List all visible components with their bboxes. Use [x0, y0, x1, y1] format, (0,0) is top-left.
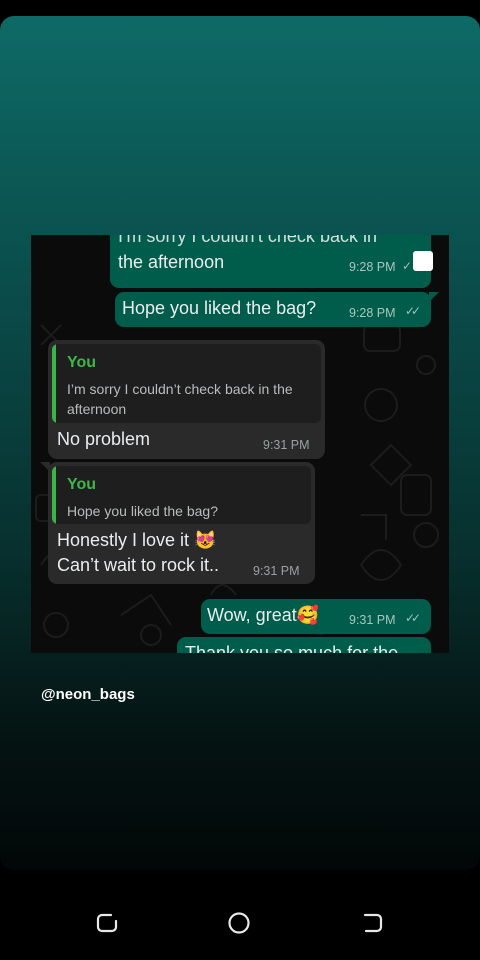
- double-check-icon: ✓✓: [405, 304, 421, 318]
- message-text: the afternoon: [118, 252, 225, 272]
- quote-text-line: Hope you liked the bag?: [67, 503, 218, 519]
- message-text-line: Can’t wait to rock it..: [57, 555, 220, 575]
- message-bubble-outgoing[interactable]: Hope you liked the bag? 9:28 PM ✓✓: [115, 292, 431, 327]
- recent-apps-icon[interactable]: [95, 911, 119, 935]
- message-text-line: Honestly I love it 😻: [57, 530, 217, 550]
- story-background: I'm sorry I couldn't check back in the a…: [0, 16, 480, 870]
- message-time: 9:28 PM: [349, 306, 396, 320]
- message-bubble-outgoing[interactable]: Wow, great🥰 9:31 PM ✓✓: [201, 599, 431, 634]
- check-icon: ✓: [402, 259, 412, 273]
- back-icon[interactable]: [361, 911, 385, 935]
- quote-author: You: [67, 476, 97, 493]
- quote-author: You: [67, 354, 97, 371]
- quote-accent-bar: [52, 466, 56, 524]
- message-time: 9:31 PM: [263, 438, 310, 452]
- bubble-tail: [429, 292, 439, 302]
- message-bubble-incoming[interactable]: You Hope you liked the bag? Honestly I l…: [48, 462, 315, 584]
- reply-quote[interactable]: You Hope you liked the bag?: [52, 466, 311, 524]
- quote-text-line: afternoon: [67, 401, 127, 417]
- message-text: Thank you so much for the: [185, 643, 399, 653]
- reply-quote[interactable]: You I’m sorry I couldn’t check back in t…: [52, 344, 321, 423]
- quote-text-line: I’m sorry I couldn’t check back in the: [67, 381, 293, 397]
- message-time: 9:31 PM: [349, 613, 396, 627]
- message-text: Hope you liked the bag?: [122, 298, 317, 318]
- double-check-icon: ✓✓: [405, 611, 421, 625]
- message-text: No problem: [57, 429, 151, 449]
- message-text: Wow, great🥰: [207, 605, 320, 625]
- message-bubble-incoming[interactable]: You I’m sorry I couldn’t check back in t…: [48, 340, 325, 459]
- quote-accent-bar: [52, 344, 56, 423]
- message-time: 9:31 PM: [253, 564, 300, 578]
- bubble-tail: [40, 462, 50, 472]
- chat-screenshot: I'm sorry I couldn't check back in the a…: [31, 235, 449, 653]
- message-bubble-outgoing[interactable]: Thank you so much for the: [177, 637, 431, 653]
- message-time: 9:28 PM: [349, 260, 396, 274]
- message-bubble-outgoing[interactable]: I'm sorry I couldn't check back in the a…: [110, 235, 433, 288]
- username-handle[interactable]: @neon_bags: [41, 686, 135, 703]
- checkbox-icon[interactable]: [413, 251, 433, 271]
- home-icon[interactable]: [227, 911, 251, 935]
- message-text-cut: I'm sorry I couldn't check back in: [118, 235, 377, 246]
